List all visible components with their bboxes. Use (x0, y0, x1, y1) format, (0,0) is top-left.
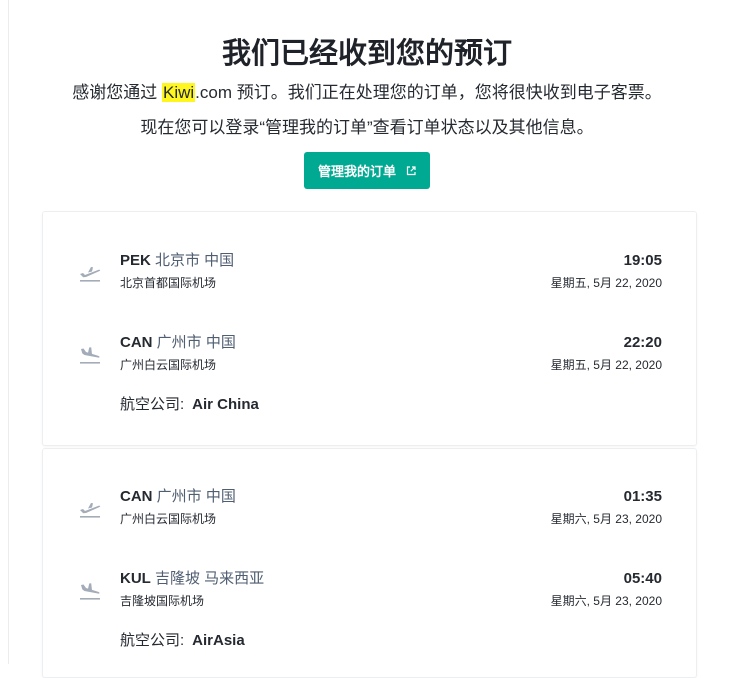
airline-name: Air China (192, 396, 259, 413)
flight-segment-arrival: KUL 吉隆坡 马来西亚 吉隆坡国际机场 05:40 星期六, 5月 23, 2… (43, 569, 696, 613)
landing-icon (80, 583, 100, 600)
takeoff-icon (80, 503, 101, 518)
flight-card-2: CAN 广州市 中国 广州白云国际机场 01:35 星期六, 5月 23, 20… (42, 448, 697, 678)
thanks-prefix: 感谢您通过 (72, 83, 162, 102)
arrival-time: 05:40 (623, 570, 662, 587)
city-country: 广州市 中国 (156, 488, 236, 505)
departure-date: 星期五, 5月 22, 2020 (550, 276, 662, 290)
landing-icon (80, 347, 100, 364)
manage-booking-button[interactable]: 管理我的订单 (303, 152, 430, 189)
airport-name: 吉隆坡国际机场 (120, 594, 205, 608)
manage-hint: 现在您可以登录“管理我的订单”查看订单状态以及其他信息。 (140, 118, 594, 137)
manage-booking-label: 管理我的订单 (317, 164, 396, 179)
airport-code: PEK (120, 252, 151, 269)
flight-segment-departure: PEK 北京市 中国 北京首都国际机场 19:05 星期五, 5月 22, 20… (43, 251, 696, 295)
airport-name: 广州白云国际机场 (120, 512, 217, 526)
page-left-border (8, 0, 9, 664)
thanks-suffix: .com 预订。我们正在处理您的订单，您将很快收到电子客票。 (195, 83, 662, 102)
departure-time: 19:05 (623, 252, 662, 269)
flight-segment-arrival: CAN 广州市 中国 广州白云国际机场 22:20 星期五, 5月 22, 20… (43, 333, 696, 377)
brand-highlight: Kiwi (162, 83, 196, 102)
external-link-icon (406, 165, 416, 175)
confirmation-header: 我们已经收到您的预订 感谢您通过 Kiwi.com 预订。我们正在处理您的订单，… (0, 0, 734, 189)
thanks-message: 感谢您通过 Kiwi.com 预订。我们正在处理您的订单，您将很快收到电子客票。 (0, 80, 734, 106)
city-country: 北京市 中国 (155, 252, 235, 269)
airline-row: 航空公司: Air China (120, 395, 259, 415)
flight-card-1: PEK 北京市 中国 北京首都国际机场 19:05 星期五, 5月 22, 20… (42, 211, 697, 446)
city-country: 广州市 中国 (156, 334, 236, 351)
airline-row: 航空公司: AirAsia (120, 631, 245, 651)
departure-time: 01:35 (623, 488, 662, 505)
airline-label: 航空公司: (120, 632, 185, 649)
takeoff-icon (80, 267, 101, 282)
airport-code: CAN (120, 334, 153, 351)
airport-name: 广州白云国际机场 (120, 358, 217, 372)
arrival-date: 星期五, 5月 22, 2020 (550, 358, 662, 372)
arrival-time: 22:20 (623, 334, 662, 351)
arrival-date: 星期六, 5月 23, 2020 (550, 594, 662, 608)
airport-code: CAN (120, 488, 153, 505)
airport-code: KUL (120, 570, 151, 587)
city-country: 吉隆坡 马来西亚 (155, 570, 265, 587)
airline-name: AirAsia (192, 632, 245, 649)
airport-name: 北京首都国际机场 (120, 276, 217, 290)
airline-label: 航空公司: (120, 396, 185, 413)
page-title: 我们已经收到您的预订 (221, 38, 512, 70)
departure-date: 星期六, 5月 23, 2020 (550, 512, 662, 526)
flight-segment-departure: CAN 广州市 中国 广州白云国际机场 01:35 星期六, 5月 23, 20… (43, 487, 696, 531)
